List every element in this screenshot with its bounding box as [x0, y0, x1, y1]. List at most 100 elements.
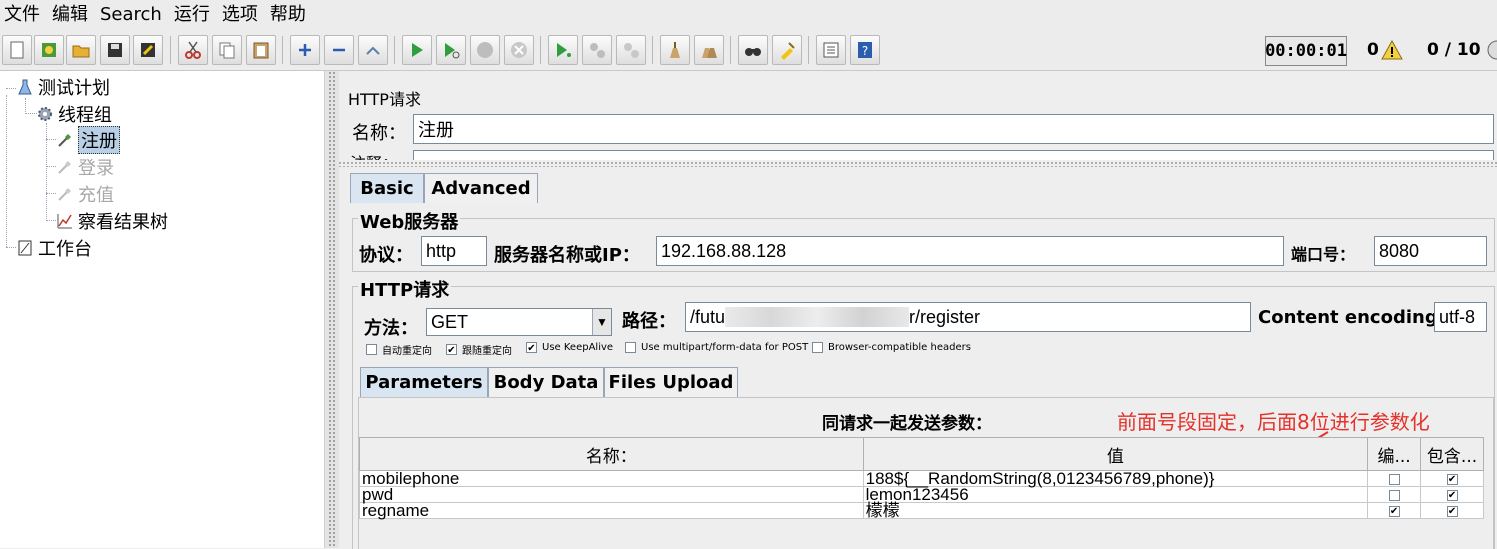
clear-all-icon[interactable]: [694, 35, 724, 65]
pipette-icon: [56, 131, 74, 149]
menu-help[interactable]: 帮助: [266, 0, 312, 30]
splitter[interactable]: [324, 71, 339, 548]
remote-shutdown-icon[interactable]: [616, 35, 646, 65]
start-icon[interactable]: [402, 35, 432, 65]
elapsed-timer: 00:00:01: [1265, 36, 1347, 66]
warning-count: 0: [1367, 40, 1379, 60]
menu-file[interactable]: 文件: [0, 0, 46, 30]
tab-body-data[interactable]: Body Data: [488, 367, 604, 397]
port-label: 端口号：: [1291, 245, 1356, 264]
checkbox-multipart[interactable]: Use multipart/form-data for POST: [625, 342, 808, 353]
checkbox[interactable]: ✔: [1446, 506, 1458, 518]
method-select[interactable]: GET ▼: [426, 308, 612, 336]
new-icon[interactable]: [2, 35, 32, 65]
web-server-title: Web服务器: [358, 208, 461, 234]
path-label: 路径：: [622, 311, 676, 332]
checkbox[interactable]: ✔: [1446, 490, 1458, 502]
menu-options[interactable]: 选项: [218, 0, 264, 30]
help-icon[interactable]: ?: [850, 35, 880, 65]
checkbox[interactable]: ✔: [446, 344, 457, 356]
clear-icon[interactable]: [660, 35, 690, 65]
tab-files-upload[interactable]: Files Upload: [604, 367, 738, 397]
warning-icon[interactable]: [1381, 40, 1403, 60]
column-header-include[interactable]: 包含...: [1420, 437, 1484, 471]
table-row[interactable]: regname 檬檬 ✔ ✔: [359, 502, 1484, 519]
param-name[interactable]: pwd: [359, 486, 864, 503]
protocol-input[interactable]: http: [421, 236, 487, 266]
divider[interactable]: [338, 161, 1497, 167]
server-label: 服务器名称或IP：: [494, 245, 640, 266]
tree-node-test-plan[interactable]: 测试计划: [16, 74, 110, 100]
column-header-name[interactable]: 名称：: [359, 437, 864, 471]
tree-node-results-tree[interactable]: 察看结果树: [56, 208, 168, 234]
checkbox[interactable]: ✔: [1388, 506, 1400, 518]
param-name[interactable]: mobilephone: [359, 470, 864, 487]
open-icon[interactable]: [66, 35, 96, 65]
save-as-icon[interactable]: [133, 35, 163, 65]
paste-icon[interactable]: [246, 35, 276, 65]
encode-cell[interactable]: ✔: [1367, 502, 1422, 519]
search-icon[interactable]: [738, 35, 768, 65]
name-input[interactable]: 注册: [413, 114, 1494, 144]
checkbox-auto-redirect[interactable]: 自动重定向: [366, 342, 432, 357]
expand-icon[interactable]: [290, 35, 320, 65]
include-cell[interactable]: ✔: [1420, 502, 1484, 519]
tab-parameters[interactable]: Parameters: [360, 367, 488, 397]
checkbox-browser-headers[interactable]: Browser-compatible headers: [812, 342, 971, 353]
param-value[interactable]: lemon123456: [862, 486, 1369, 503]
encoding-input[interactable]: utf-8: [1434, 302, 1487, 332]
tree-node-recharge[interactable]: 充值: [56, 181, 114, 207]
reset-search-icon[interactable]: [772, 35, 802, 65]
remote-stop-icon[interactable]: [582, 35, 612, 65]
copy-icon[interactable]: [212, 35, 242, 65]
cut-icon[interactable]: [178, 35, 208, 65]
parameters-table: 名称： 值 编... 包含... mobilephone 188${__Rand…: [359, 437, 1484, 519]
checkbox[interactable]: [1388, 474, 1400, 486]
save-icon[interactable]: [100, 35, 130, 65]
chart-icon: [56, 212, 74, 230]
checkbox[interactable]: [812, 342, 823, 353]
templates-icon[interactable]: [34, 35, 64, 65]
menu-search[interactable]: Search: [96, 0, 168, 30]
tree-node-thread-group[interactable]: 线程组: [36, 101, 112, 127]
toggle-icon[interactable]: [358, 35, 388, 65]
shutdown-icon[interactable]: [504, 35, 534, 65]
include-cell[interactable]: ✔: [1420, 470, 1484, 487]
checkbox[interactable]: [1388, 490, 1400, 502]
port-input[interactable]: 8080: [1374, 236, 1487, 266]
function-helper-icon[interactable]: [816, 35, 846, 65]
checkbox-follow-redirect[interactable]: ✔ 跟随重定向: [446, 342, 512, 357]
start-no-pause-icon[interactable]: [436, 35, 466, 65]
chevron-down-icon[interactable]: ▼: [592, 309, 611, 335]
remote-start-icon[interactable]: [548, 35, 578, 65]
tree-node-register[interactable]: 注册: [56, 126, 120, 154]
column-header-value[interactable]: 值: [862, 437, 1369, 471]
comment-input[interactable]: [413, 150, 1494, 160]
encode-cell[interactable]: [1367, 470, 1422, 487]
menu-edit[interactable]: 编辑: [48, 0, 94, 30]
tree-node-workbench[interactable]: 工作台: [16, 235, 92, 261]
include-cell[interactable]: ✔: [1420, 486, 1484, 503]
path-input[interactable]: /futu r/register: [685, 302, 1251, 332]
pipette-icon: [56, 185, 74, 203]
blurred-region: [725, 307, 910, 327]
collapse-icon[interactable]: [324, 35, 354, 65]
tree-label: 工作台: [38, 239, 92, 260]
tree-node-login[interactable]: 登录: [56, 154, 114, 180]
encode-cell[interactable]: [1367, 486, 1422, 503]
checkbox[interactable]: ✔: [1446, 474, 1458, 486]
tab-basic[interactable]: Basic: [350, 173, 424, 203]
checkbox-keepalive[interactable]: ✔ Use KeepAlive: [526, 342, 613, 354]
param-value[interactable]: 檬檬: [862, 502, 1369, 519]
server-input[interactable]: 192.168.88.128: [656, 236, 1284, 266]
checkbox[interactable]: [366, 344, 377, 355]
checkbox[interactable]: [625, 342, 636, 353]
table-row[interactable]: pwd lemon123456 ✔: [359, 486, 1484, 503]
checkbox[interactable]: ✔: [526, 342, 537, 354]
tab-advanced[interactable]: Advanced: [424, 173, 538, 203]
column-header-encode[interactable]: 编...: [1367, 437, 1422, 471]
param-name[interactable]: regname: [359, 502, 864, 519]
protocol-label: 协议：: [359, 245, 413, 266]
menu-run[interactable]: 运行: [170, 0, 216, 30]
stop-icon[interactable]: [470, 35, 500, 65]
